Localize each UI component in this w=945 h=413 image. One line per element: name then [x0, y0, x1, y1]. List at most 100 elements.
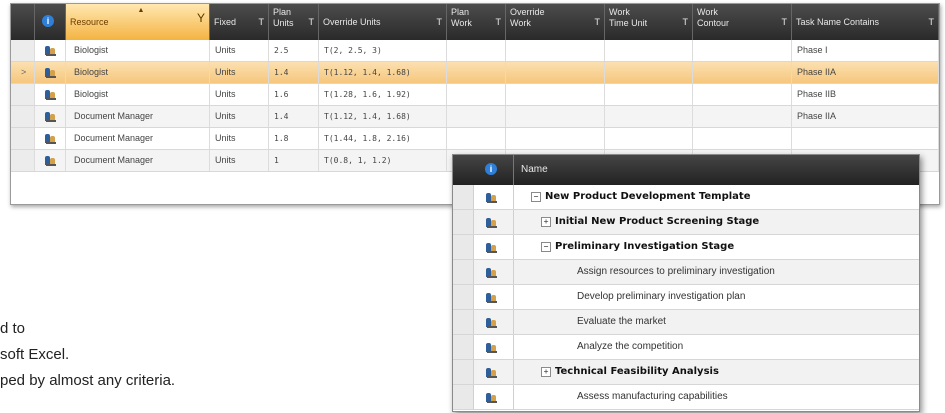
expand-icon[interactable]: +	[541, 367, 551, 377]
collapse-icon[interactable]: −	[531, 192, 541, 202]
override-units-column-header[interactable]: Override Units T	[319, 4, 447, 40]
work-time-unit-cell[interactable]	[605, 62, 693, 83]
table-row[interactable]: Biologist Units 2.5 T(2, 2.5, 3) Phase I	[11, 40, 939, 62]
row-selector[interactable]	[453, 260, 474, 284]
override-work-column-header[interactable]: Override Work T	[506, 4, 605, 40]
fixed-cell[interactable]: Units	[210, 106, 269, 127]
row-selector[interactable]	[453, 210, 474, 234]
resource-cell[interactable]: Document Manager	[66, 150, 210, 171]
plan-work-cell[interactable]	[447, 62, 506, 83]
fixed-cell[interactable]: Units	[210, 62, 269, 83]
row-selector[interactable]	[453, 185, 474, 209]
resource-cell[interactable]: Document Manager	[66, 128, 210, 149]
plan-units-cell[interactable]: 1.6	[269, 84, 319, 105]
task-row[interactable]: Assign resources to preliminary investig…	[453, 260, 919, 285]
work-time-unit-cell[interactable]	[605, 40, 693, 61]
work-time-unit-column-header[interactable]: Work Time Unit T	[605, 4, 693, 40]
row-selector[interactable]	[453, 310, 474, 334]
collapse-icon[interactable]: −	[541, 242, 551, 252]
work-time-unit-cell[interactable]	[605, 106, 693, 127]
filter-icon[interactable]: T	[259, 17, 265, 28]
plan-work-column-header[interactable]: Plan Work T	[447, 4, 506, 40]
override-units-cell[interactable]: T(2, 2.5, 3)	[319, 40, 447, 61]
resource-cell[interactable]: Biologist	[66, 62, 210, 83]
plan-work-cell[interactable]	[447, 106, 506, 127]
row-selector[interactable]	[453, 335, 474, 359]
info-icon[interactable]: i	[42, 15, 54, 27]
task-row[interactable]: Assess manufacturing capabilities	[453, 385, 919, 410]
override-units-cell[interactable]: T(1.12, 1.4, 1.68)	[319, 62, 447, 83]
row-selector[interactable]	[453, 285, 474, 309]
plan-units-cell[interactable]: 1.8	[269, 128, 319, 149]
plan-work-cell[interactable]	[447, 128, 506, 149]
expand-icon[interactable]: +	[541, 217, 551, 227]
row-selector[interactable]	[453, 235, 474, 259]
override-units-cell[interactable]: T(1.44, 1.8, 2.16)	[319, 128, 447, 149]
filter-icon[interactable]: T	[929, 17, 935, 28]
work-contour-cell[interactable]	[693, 40, 792, 61]
override-work-cell[interactable]	[506, 106, 605, 127]
work-time-unit-cell[interactable]	[605, 84, 693, 105]
plan-work-cell[interactable]	[447, 84, 506, 105]
table-row[interactable]: Document Manager Units 1.8 T(1.44, 1.8, 2.1…	[11, 128, 939, 150]
fixed-cell[interactable]: Units	[210, 150, 269, 171]
fixed-cell[interactable]: Units	[210, 128, 269, 149]
row-indicator[interactable]	[11, 40, 35, 61]
task-row[interactable]: − New Product Development Template	[453, 185, 919, 210]
task-name-contains-column-header[interactable]: Task Name Contains T	[792, 4, 939, 40]
work-contour-cell[interactable]	[693, 84, 792, 105]
plan-work-cell[interactable]	[447, 40, 506, 61]
plan-units-cell[interactable]: 1.4	[269, 62, 319, 83]
task-name-cell[interactable]: Phase IIA	[792, 106, 939, 127]
row-indicator[interactable]	[11, 128, 35, 149]
filter-icon[interactable]: T	[595, 17, 601, 28]
resource-cell[interactable]: Biologist	[66, 84, 210, 105]
resource-column-header[interactable]: Resource ▲ Y	[66, 4, 210, 40]
filter-icon[interactable]: T	[683, 17, 689, 28]
info-icon[interactable]: i	[485, 163, 497, 175]
plan-units-cell[interactable]: 1.4	[269, 106, 319, 127]
row-selector[interactable]	[453, 360, 474, 384]
work-contour-cell[interactable]	[693, 106, 792, 127]
filter-icon[interactable]: T	[309, 17, 315, 28]
override-work-cell[interactable]	[506, 84, 605, 105]
override-work-cell[interactable]	[506, 62, 605, 83]
filter-icon[interactable]: Y	[197, 12, 205, 24]
task-name-cell[interactable]: Phase I	[792, 40, 939, 61]
filter-icon[interactable]: T	[496, 17, 502, 28]
plan-units-cell[interactable]: 1	[269, 150, 319, 171]
override-units-cell[interactable]: T(0.8, 1, 1.2)	[319, 150, 447, 171]
fixed-cell[interactable]: Units	[210, 84, 269, 105]
plan-units-column-header[interactable]: Plan Units T	[269, 4, 319, 40]
task-row[interactable]: Evaluate the market	[453, 310, 919, 335]
row-indicator[interactable]	[11, 106, 35, 127]
task-row[interactable]: Analyze the competition	[453, 335, 919, 360]
task-name-cell[interactable]: Phase IIB	[792, 84, 939, 105]
task-row[interactable]: Develop preliminary investigation plan	[453, 285, 919, 310]
task-row[interactable]: − Preliminary Investigation Stage	[453, 235, 919, 260]
task-row[interactable]: + Technical Feasibility Analysis	[453, 360, 919, 385]
fixed-cell[interactable]: Units	[210, 40, 269, 61]
row-selector[interactable]	[453, 385, 474, 409]
task-row[interactable]: + Initial New Product Screening Stage	[453, 210, 919, 235]
filter-icon[interactable]: T	[782, 17, 788, 28]
override-work-cell[interactable]	[506, 40, 605, 61]
override-units-cell[interactable]: T(1.12, 1.4, 1.68)	[319, 106, 447, 127]
task-name-cell[interactable]: Phase IIA	[792, 62, 939, 83]
table-row[interactable]: > Biologist Units 1.4 T(1.12, 1.4, 1.68) Phas…	[11, 62, 939, 84]
task-name-cell[interactable]	[792, 128, 939, 149]
fixed-column-header[interactable]: Fixed T	[210, 4, 269, 40]
table-row[interactable]: Biologist Units 1.6 T(1.28, 1.6, 1.92) Phase…	[11, 84, 939, 106]
override-units-cell[interactable]: T(1.28, 1.6, 1.92)	[319, 84, 447, 105]
work-contour-cell[interactable]	[693, 62, 792, 83]
name-column-header[interactable]: Name	[521, 164, 548, 175]
row-indicator[interactable]: >	[11, 62, 35, 83]
plan-units-cell[interactable]: 2.5	[269, 40, 319, 61]
work-contour-column-header[interactable]: Work Contour T	[693, 4, 792, 40]
row-indicator[interactable]	[11, 84, 35, 105]
resource-cell[interactable]: Document Manager	[66, 106, 210, 127]
row-indicator[interactable]	[11, 150, 35, 171]
work-time-unit-cell[interactable]	[605, 128, 693, 149]
filter-icon[interactable]: T	[437, 17, 443, 28]
table-row[interactable]: Document Manager Units 1.4 T(1.12, 1.4, 1.6…	[11, 106, 939, 128]
